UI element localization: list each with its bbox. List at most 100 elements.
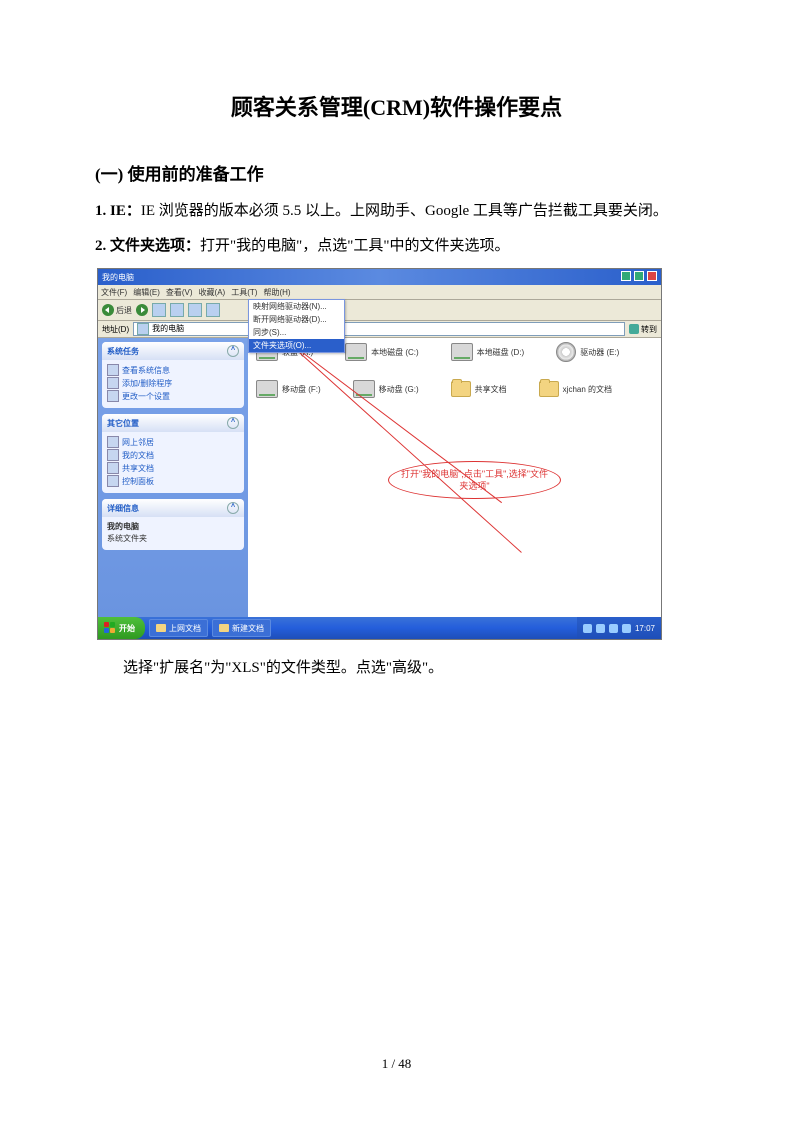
section-heading-1: (一) 使用前的准备工作 — [95, 160, 698, 185]
address-bar: 地址(D) 我的电脑 转到 — [98, 321, 661, 338]
taskbar-app[interactable]: 新建文档 — [212, 619, 271, 637]
address-field[interactable]: 我的电脑 — [133, 322, 625, 336]
arrow-left-icon — [102, 304, 114, 316]
drive-item[interactable]: 移动盘 (G:) — [353, 380, 419, 398]
panel-head[interactable]: 详细信息˄ — [102, 499, 244, 517]
folder-icon — [156, 624, 166, 632]
annotation-line — [283, 338, 521, 553]
system-tray: 17:07 — [577, 617, 661, 639]
settings-icon — [107, 390, 119, 402]
sidebar-link[interactable]: 控制面板 — [107, 475, 239, 487]
sidebar-link[interactable]: 网上邻居 — [107, 436, 239, 448]
taskbar: 开始 上网文档 新建文档 17:07 — [98, 617, 661, 639]
folder-icon — [219, 624, 229, 632]
drive-item[interactable]: 驱动器 (E:) — [556, 342, 619, 362]
drive-item[interactable]: 共享文档 — [451, 380, 507, 398]
panel-other-places: 其它位置˄ 网上邻居 我的文档 共享文档 控制面板 — [102, 414, 244, 493]
computer-icon — [137, 323, 149, 335]
p2-prefix: 2. 文件夹选项： — [95, 238, 200, 254]
search-icon[interactable] — [170, 303, 184, 317]
tools-dropdown: 映射网络驱动器(N)... 断开网络驱动器(D)... 同步(S)... 文件夹… — [248, 299, 345, 353]
folders-icon[interactable] — [188, 303, 202, 317]
folder-icon — [539, 381, 559, 397]
views-icon[interactable] — [206, 303, 220, 317]
info-icon — [107, 364, 119, 376]
chevron-icon: ˄ — [227, 345, 239, 357]
explorer-sidebar: 系统任务˄ 查看系统信息 添加/删除程序 更改一个设置 其它位置˄ 网上邻居 我… — [98, 338, 248, 620]
drive-item[interactable]: 本地磁盘 (C:) — [345, 342, 419, 362]
go-icon — [629, 324, 639, 334]
panel-system-tasks: 系统任务˄ 查看系统信息 添加/删除程序 更改一个设置 — [102, 342, 244, 408]
forward-button[interactable] — [136, 304, 148, 316]
hdd-icon — [345, 343, 367, 361]
removable-icon — [353, 380, 375, 398]
p1-prefix: 1. IE： — [95, 203, 141, 219]
tray-icon[interactable] — [609, 624, 618, 633]
maximize-icon[interactable] — [634, 271, 644, 281]
documents-icon — [107, 449, 119, 461]
windows-logo-icon — [104, 622, 116, 634]
tray-clock: 17:07 — [635, 624, 655, 633]
drive-item[interactable]: 移动盘 (F:) — [256, 380, 321, 398]
p2-body: 打开"我的电脑"，点选"工具"中的文件夹选项。 — [200, 238, 510, 254]
menu-help[interactable]: 帮助(H) — [263, 287, 290, 298]
sidebar-link[interactable]: 添加/删除程序 — [107, 377, 239, 389]
dropdown-item[interactable]: 断开网络驱动器(D)... — [249, 313, 344, 326]
dropdown-item[interactable]: 同步(S)... — [249, 326, 344, 339]
annotation-callout: 打开"我的电脑",点击"工具",选择"文件夹选项" — [388, 461, 561, 499]
panel-head[interactable]: 其它位置˄ — [102, 414, 244, 432]
menubar: 文件(F) 编辑(E) 查看(V) 收藏(A) 工具(T) 帮助(H) 映射网络… — [98, 285, 661, 300]
drive-item[interactable]: xjchan 的文档 — [539, 380, 612, 398]
address-value: 我的电脑 — [152, 323, 184, 335]
toolbar: 后退 — [98, 300, 661, 321]
shared-icon — [107, 462, 119, 474]
menu-edit[interactable]: 编辑(E) — [133, 287, 160, 298]
detail-line: 系统文件夹 — [107, 533, 239, 544]
hdd-icon — [451, 343, 473, 361]
chevron-icon: ˄ — [227, 502, 239, 514]
menu-fav[interactable]: 收藏(A) — [199, 287, 226, 298]
folder-icon — [451, 381, 471, 397]
menu-tools[interactable]: 工具(T) — [231, 287, 257, 298]
add-remove-icon — [107, 377, 119, 389]
network-icon — [107, 436, 119, 448]
minimize-icon[interactable] — [621, 271, 631, 281]
arrow-right-icon — [136, 304, 148, 316]
sidebar-link[interactable]: 查看系统信息 — [107, 364, 239, 376]
control-panel-icon — [107, 475, 119, 487]
drive-item[interactable]: 本地磁盘 (D:) — [451, 342, 525, 362]
sidebar-link[interactable]: 更改一个设置 — [107, 390, 239, 402]
tray-icon[interactable] — [596, 624, 605, 633]
close-icon[interactable] — [647, 271, 657, 281]
up-icon[interactable] — [152, 303, 166, 317]
paragraph-after-shot: 选择"扩展名"为"XLS"的文件类型。点选"高级"。 — [123, 654, 698, 683]
menu-view[interactable]: 查看(V) — [166, 287, 193, 298]
dropdown-item[interactable]: 映射网络驱动器(N)... — [249, 300, 344, 313]
tray-icon[interactable] — [622, 624, 631, 633]
doc-title: 顾客关系管理(CRM)软件操作要点 — [95, 90, 698, 122]
window-controls[interactable] — [620, 271, 657, 283]
go-button[interactable]: 转到 — [629, 324, 657, 335]
cd-icon — [556, 342, 576, 362]
detail-line: 我的电脑 — [107, 521, 239, 532]
removable-icon — [256, 380, 278, 398]
page-number: 1 / 48 — [0, 1056, 793, 1072]
back-button[interactable]: 后退 — [102, 304, 132, 316]
window-title-text: 我的电脑 — [102, 272, 134, 283]
window-titlebar: 我的电脑 — [98, 269, 661, 285]
start-button[interactable]: 开始 — [98, 617, 145, 639]
panel-details: 详细信息˄ 我的电脑 系统文件夹 — [102, 499, 244, 550]
paragraph-1: 1. IE：IE 浏览器的版本必须 5.5 以上。上网助手、Google 工具等… — [95, 197, 698, 226]
menu-file[interactable]: 文件(F) — [101, 287, 127, 298]
sidebar-link[interactable]: 共享文档 — [107, 462, 239, 474]
tray-icon[interactable] — [583, 624, 592, 633]
p1-body: IE 浏览器的版本必须 5.5 以上。上网助手、Google 工具等广告拦截工具… — [141, 203, 668, 219]
paragraph-2: 2. 文件夹选项：打开"我的电脑"，点选"工具"中的文件夹选项。 — [95, 232, 698, 261]
taskbar-app[interactable]: 上网文档 — [149, 619, 208, 637]
sidebar-link[interactable]: 我的文档 — [107, 449, 239, 461]
dropdown-item-selected[interactable]: 文件夹选项(O)... — [249, 339, 344, 352]
chevron-icon: ˄ — [227, 417, 239, 429]
embedded-screenshot: 我的电脑 文件(F) 编辑(E) 查看(V) 收藏(A) 工具(T) 帮助(H)… — [97, 268, 662, 640]
panel-head[interactable]: 系统任务˄ — [102, 342, 244, 360]
explorer-body: 系统任务˄ 查看系统信息 添加/删除程序 更改一个设置 其它位置˄ 网上邻居 我… — [98, 338, 661, 620]
